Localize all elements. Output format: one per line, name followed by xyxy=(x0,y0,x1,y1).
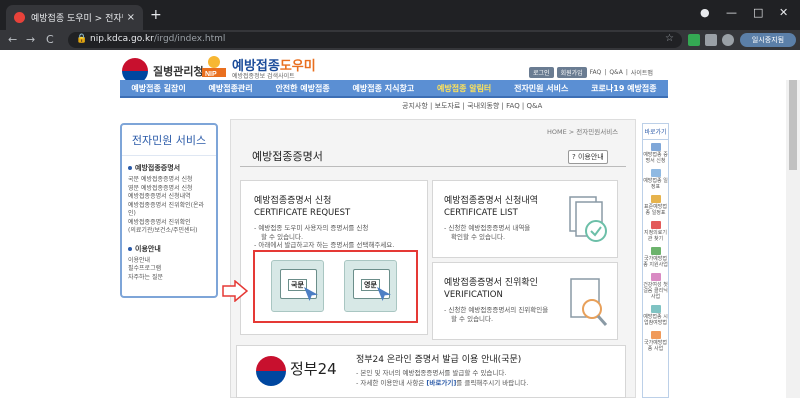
sub-navigation[interactable]: 공지사항 | 보도자료 | 국내외동향 | FAQ | Q&A xyxy=(402,101,542,111)
card-title: 예방접종증명서 신청 xyxy=(254,196,332,206)
login-button[interactable]: 로그인 xyxy=(529,67,554,78)
gov24-link[interactable]: [바로가기] xyxy=(426,379,456,387)
url-path: /irgd/index.html xyxy=(153,34,226,44)
gov24-title: 정부24 온라인 증명서 발급 이용 안내(국문) xyxy=(356,355,522,365)
sidebar-item[interactable]: 국문 예방접종증명서 신청 xyxy=(128,176,210,185)
browser-toolbar: ← → C 🔒 nip.kdca.go.kr/irgd/index.html ☆… xyxy=(0,30,800,50)
quick-link[interactable]: 국가예방접종 사업 xyxy=(643,328,668,354)
sidebar-section-title[interactable]: 이용안내 xyxy=(128,244,210,254)
gov24-logo-icon xyxy=(256,356,286,386)
browser-tabstrip: 예방접종 도우미 > 전자민원서 × + ● — □ ✕ xyxy=(0,0,800,30)
sidebar-item[interactable]: 예방접종증명서 신청내역 xyxy=(128,193,210,202)
red-arrow-icon xyxy=(222,280,248,302)
gov24-logo-text: 정부24 xyxy=(290,360,337,378)
sidebar: 전자민원 서비스 예방접종증명서 국문 예방접종증명서 신청 영문 예방접종증명… xyxy=(120,123,218,298)
card-subtitle: CERTIFICATE REQUEST xyxy=(254,208,351,218)
quick-link[interactable]: 표준예방접종 일정표 xyxy=(643,192,668,218)
document-check-icon xyxy=(569,196,607,242)
sidebar-section-title[interactable]: 예방접종증명서 xyxy=(128,163,210,173)
site-subtitle: 예방접종정보 검색사이트 xyxy=(232,73,295,80)
signup-button[interactable]: 회원가입 xyxy=(556,67,587,78)
close-window-button[interactable]: ✕ xyxy=(779,6,788,19)
sidebar-title: 전자민원 서비스 xyxy=(122,125,216,156)
quick-links-bar: 바로가기 예방접종 증명서 신청 예방접종 일정표 표준예방접종 일정표 지정의… xyxy=(642,123,669,398)
title-divider xyxy=(240,166,626,167)
quick-link[interactable]: 예방접종 일정표 xyxy=(643,166,668,192)
card-title: 예방접종증명서 신청내역 xyxy=(444,196,538,206)
url-host: nip.kdca.go.kr xyxy=(90,34,154,44)
address-bar[interactable]: 🔒 nip.kdca.go.kr/irgd/index.html ☆ xyxy=(68,32,682,48)
scrollbar-thumb[interactable] xyxy=(789,80,797,170)
extension-icon[interactable] xyxy=(688,34,700,46)
card-title: 예방접종증명서 진위확인 xyxy=(444,278,538,288)
nip-logo-icon: NIP xyxy=(202,56,226,78)
maximize-button[interactable]: □ xyxy=(753,6,763,19)
sidebar-item[interactable]: 필수프로그램 xyxy=(128,265,210,274)
card-description: - 신청한 예방접종증명서의 진위확인을 할 수 있습니다. xyxy=(444,306,549,323)
breadcrumb: HOME > 전자민원서비스 xyxy=(547,128,619,136)
minimize-button[interactable]: — xyxy=(726,6,737,19)
new-tab-button[interactable]: + xyxy=(150,7,162,23)
sidebar-item[interactable]: 예방접종증명서 진위확인 xyxy=(128,219,210,228)
faq-link[interactable]: FAQ xyxy=(590,69,602,76)
card-subtitle: VERIFICATION xyxy=(444,290,503,300)
tab-title: 예방접종 도우미 > 전자민원서 xyxy=(31,14,123,24)
quick-links-title: 바로가기 xyxy=(643,124,668,140)
sitemap-link[interactable]: 사이트맵 xyxy=(631,68,653,77)
page-scrollbar[interactable] xyxy=(786,80,800,398)
quick-link[interactable]: 지정의료기관 찾기 xyxy=(643,218,668,244)
svg-text:NIP: NIP xyxy=(205,71,217,78)
bookmark-star-icon[interactable]: ☆ xyxy=(665,33,674,44)
card-description: - 예방접종 도우미 사용자의 증명서를 신청 할 수 있습니다. - 아래에서… xyxy=(254,224,395,249)
profile-circle-icon[interactable]: ● xyxy=(700,6,710,19)
quick-link[interactable]: 예방접종 시업참여방법 xyxy=(643,302,668,328)
sidebar-item[interactable]: (의료기관/보건소/주민센터) xyxy=(128,227,210,236)
puzzle-icon[interactable] xyxy=(705,34,717,46)
usage-guide-button[interactable]: ? 이용안내 xyxy=(568,150,608,164)
back-button[interactable]: ← xyxy=(8,33,17,46)
quick-link[interactable]: 예방접종 증명서 신청 xyxy=(643,140,668,166)
nav-item[interactable]: 예방접종관리 xyxy=(208,83,252,94)
top-links: 로그인 회원가입 FAQ | Q&A | 사이트맵 xyxy=(529,67,653,78)
browser-tab[interactable]: 예방접종 도우미 > 전자민원서 × xyxy=(6,5,143,30)
card-subtitle: CERTIFICATE LIST xyxy=(444,208,518,218)
nav-item-active[interactable]: 예방접종 알림터 xyxy=(437,83,491,94)
sidebar-item[interactable]: 예방접종증명서 진위확인(온라인) xyxy=(128,202,210,219)
nav-item[interactable]: 안전한 예방접종 xyxy=(275,83,329,94)
sidebar-item[interactable]: 자주하는 질문 xyxy=(128,274,210,283)
reload-button[interactable]: C xyxy=(46,33,54,46)
page-title: 예방접종증명서 xyxy=(252,150,323,163)
lock-icon: 🔒 xyxy=(76,34,88,44)
sidebar-item[interactable]: 이용안내 xyxy=(128,257,210,266)
gov24-description: - 본인 및 자녀의 예방접종증명서를 발급할 수 있습니다. - 자세한 이용… xyxy=(356,369,529,387)
site-favicon-icon xyxy=(14,12,25,23)
site-header xyxy=(0,50,800,80)
card-description: - 신청한 예방접종증명서 내역을 확인할 수 있습니다. xyxy=(444,224,531,241)
profile-button[interactable]: 일시중지됨 xyxy=(740,33,796,47)
quick-link[interactable]: 국가예방접종 지원사업 xyxy=(643,244,668,270)
forward-button[interactable]: → xyxy=(26,33,35,46)
quick-link[interactable]: 건강여성 첫걸음 클리닉사업 xyxy=(643,270,668,302)
sidebar-section-cert: 예방접종증명서 국문 예방접종증명서 신청 영문 예방접종증명서 신청 예방접종… xyxy=(122,156,216,285)
highlight-box xyxy=(253,250,418,323)
qna-link[interactable]: Q&A xyxy=(609,69,623,76)
nav-item[interactable]: 전자민원 서비스 xyxy=(514,83,568,94)
tab-close-icon[interactable]: × xyxy=(127,12,135,23)
nav-item[interactable]: 코로나19 예방접종 xyxy=(591,83,656,94)
nav-item[interactable]: 예방접종 길잡이 xyxy=(131,83,185,94)
document-search-icon xyxy=(570,278,608,326)
main-navigation: 예방접종 길잡이 예방접종관리 안전한 예방접종 예방접종 지식창고 예방접종 … xyxy=(120,80,668,98)
gov-name: 질병관리청 xyxy=(153,65,204,78)
sidebar-item[interactable]: 영문 예방접종증명서 신청 xyxy=(128,185,210,194)
nav-item[interactable]: 예방접종 지식창고 xyxy=(353,83,415,94)
avatar-icon[interactable] xyxy=(722,34,734,46)
